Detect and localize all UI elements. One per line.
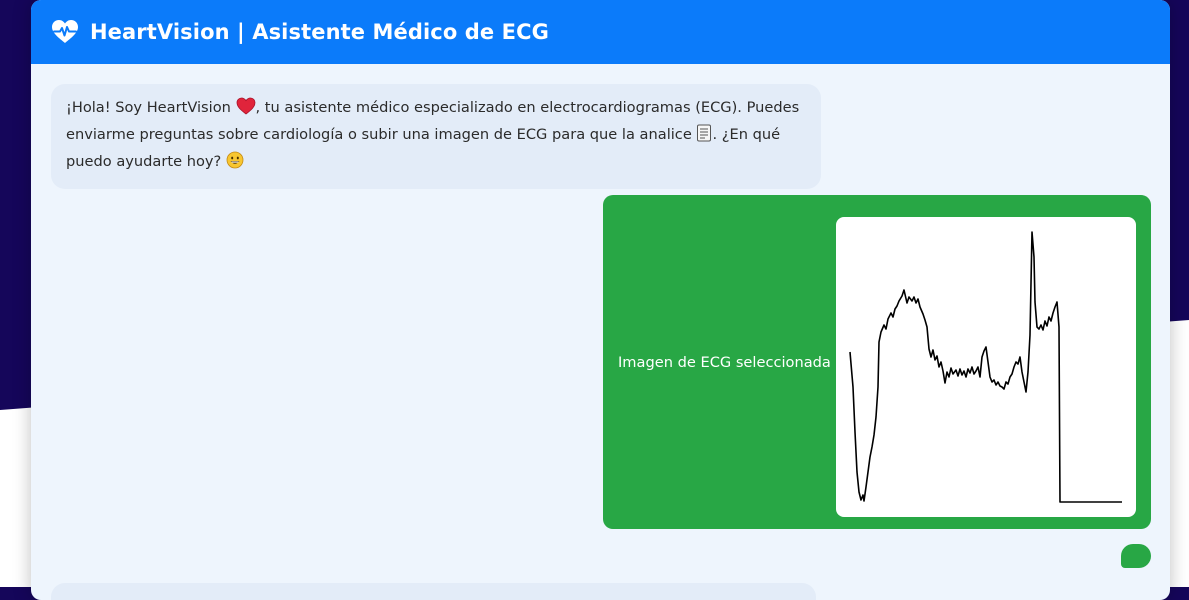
bot-message-text-1: ¡Hola! Soy HeartVision bbox=[66, 99, 236, 116]
user-message: Imagen de ECG seleccionada bbox=[603, 195, 1151, 529]
heart-pulse-icon bbox=[51, 19, 79, 45]
chat-area[interactable]: ¡Hola! Soy HeartVision , tu asistente mé… bbox=[31, 64, 1170, 600]
app-header: HeartVision | Asistente Médico de ECG bbox=[31, 0, 1170, 64]
ecg-image[interactable] bbox=[836, 217, 1136, 517]
app-title: HeartVision | Asistente Médico de ECG bbox=[90, 20, 549, 44]
grinning-face-icon bbox=[226, 151, 244, 177]
document-icon bbox=[696, 124, 712, 150]
user-message-caption: Imagen de ECG seleccionada bbox=[618, 353, 831, 371]
bot-message: ¡Hola! Soy HeartVision , tu asistente mé… bbox=[51, 84, 821, 189]
chat-window: HeartVision | Asistente Médico de ECG ¡H… bbox=[31, 0, 1170, 600]
typing-indicator bbox=[1121, 544, 1151, 568]
ecg-trace-image bbox=[849, 231, 1122, 503]
bot-message-partial bbox=[51, 583, 816, 600]
red-heart-icon bbox=[236, 97, 256, 123]
